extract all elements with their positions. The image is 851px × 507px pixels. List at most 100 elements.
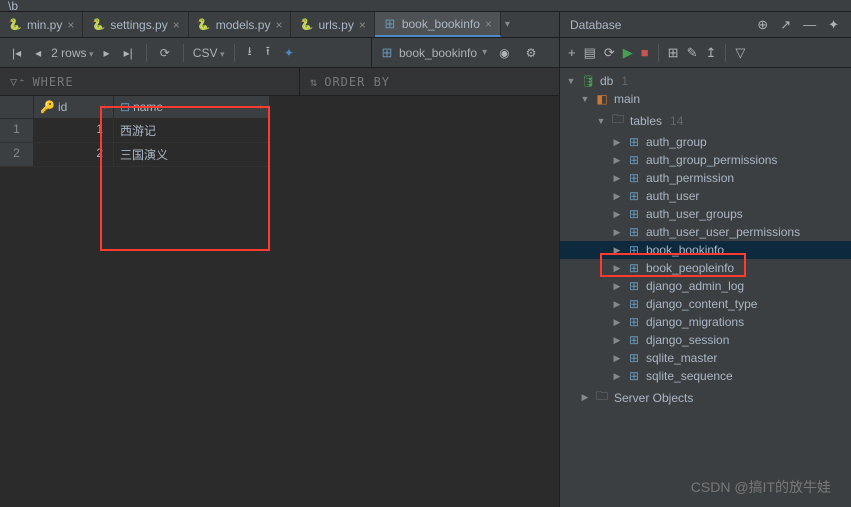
chevron-right-icon: ▶ <box>612 209 622 220</box>
row-number[interactable]: 2 <box>0 143 34 167</box>
sql-button[interactable]: ▤ <box>582 43 598 63</box>
cell-name[interactable]: 西游记 <box>114 119 270 143</box>
tree-table-item[interactable]: ▶⊞book_bookinfo <box>560 241 851 259</box>
tree-table-item[interactable]: ▶⊞book_peopleinfo <box>560 259 851 277</box>
prev-page-button[interactable]: ◂ <box>31 44 45 62</box>
python-icon <box>91 18 105 32</box>
chevron-right-icon: ▶ <box>612 317 622 328</box>
export-button[interactable]: ⭱ <box>262 40 274 65</box>
tree-table-item[interactable]: ▶⊞auth_user_user_permissions <box>560 223 851 241</box>
tree-table-item[interactable]: ▶⊞django_session <box>560 331 851 349</box>
chevron-right-icon: ▶ <box>612 371 622 382</box>
path-fragment: \b <box>8 0 18 13</box>
tree-label: main <box>614 92 640 106</box>
tab-label: models.py <box>216 18 271 32</box>
tab-book-bookinfo[interactable]: book_bookinfo × <box>375 12 501 37</box>
cell-name[interactable]: 三国演义 <box>114 143 270 167</box>
next-page-button[interactable]: ▸ <box>100 44 114 62</box>
cell-id[interactable]: 2 <box>34 143 114 167</box>
csv-dropdown[interactable]: CSV <box>193 46 225 60</box>
tree-server-objects[interactable]: ▶ 🗀 Server Objects <box>560 385 851 410</box>
tree-label: Server Objects <box>614 391 693 405</box>
cell-id[interactable]: 1 <box>34 119 114 143</box>
tree-label: sqlite_master <box>646 351 717 365</box>
row-count-dropdown[interactable]: 2 rows <box>51 46 93 60</box>
collapse-icon[interactable]: ⊕ <box>755 15 770 35</box>
expand-icon[interactable]: ↗ <box>778 15 793 35</box>
import-button[interactable]: ⭳ <box>244 40 256 65</box>
orderby-label: ORDER BY <box>324 75 390 89</box>
column-header-name[interactable]: ⊟name ÷ <box>114 96 270 119</box>
tree-table-item[interactable]: ▶⊞django_migrations <box>560 313 851 331</box>
schema-icon: ◧ <box>594 92 610 106</box>
table-icon: ⊞ <box>626 171 642 185</box>
tree-table-item[interactable]: ▶⊞auth_user <box>560 187 851 205</box>
edit-button[interactable]: ✎ <box>685 43 700 63</box>
tree-table-item[interactable]: ▶⊞django_content_type <box>560 295 851 313</box>
tree-label: django_admin_log <box>646 279 744 293</box>
chevron-right-icon: ▶ <box>612 245 622 256</box>
tab-models-py[interactable]: models.py × <box>189 12 292 37</box>
chevron-right-icon: ▶ <box>612 299 622 310</box>
tree-table-item[interactable]: ▶ ⊞ django_admin_log <box>560 277 851 295</box>
dump-button[interactable]: ✦ <box>280 44 298 62</box>
tree-table-item[interactable]: ▶⊞auth_group <box>560 133 851 151</box>
table-icon: ⊞ <box>626 207 642 221</box>
refresh-button[interactable]: ⟳ <box>602 43 617 63</box>
chevron-down-icon: ▼ <box>580 94 590 104</box>
tab-urls-py[interactable]: urls.py × <box>291 12 374 37</box>
refresh-button[interactable]: ⟳ <box>156 44 174 62</box>
hide-icon[interactable]: — <box>801 15 818 35</box>
tree-label: auth_group_permissions <box>646 153 777 167</box>
tab-settings-py[interactable]: settings.py × <box>83 12 188 37</box>
python-icon <box>299 18 313 32</box>
close-icon[interactable]: × <box>485 17 492 31</box>
close-icon[interactable]: × <box>275 18 282 32</box>
datasource-context[interactable]: book_bookinfo ▾ <box>380 46 487 60</box>
column-header-id[interactable]: 🔑id ÷ <box>34 96 114 119</box>
table-icon: ⊞ <box>626 279 642 293</box>
orderby-filter[interactable]: ⇅ ORDER BY <box>300 68 400 95</box>
tree-tables-folder[interactable]: ▼ 🗀 tables 14 <box>560 108 851 133</box>
gear-icon[interactable]: ✦ <box>826 15 841 35</box>
filter-button[interactable]: ▽ <box>733 43 747 63</box>
chevron-right-icon: ▶ <box>612 281 622 292</box>
view-button[interactable]: ◉ <box>495 44 513 62</box>
table-icon: ⊞ <box>626 261 642 275</box>
nav-up-button[interactable]: ↥ <box>703 43 718 63</box>
tab-label: urls.py <box>318 18 353 32</box>
row-number[interactable]: 1 <box>0 119 34 143</box>
column-label: name <box>133 100 163 114</box>
tree-table-item[interactable]: ▶⊞auth_group_permissions <box>560 151 851 169</box>
corner-header <box>0 96 34 119</box>
tree-schema[interactable]: ▼ ◧ main <box>560 90 851 108</box>
chevron-right-icon: ▶ <box>612 173 622 184</box>
add-button[interactable]: + <box>566 43 578 62</box>
close-icon[interactable]: × <box>173 18 180 32</box>
tree-count: 1 <box>621 74 628 88</box>
first-page-button[interactable]: |◂ <box>8 44 25 62</box>
settings-icon[interactable]: ⚙ <box>522 44 541 62</box>
close-icon[interactable]: × <box>67 18 74 32</box>
editor-panel: min.py × settings.py × models.py × urls.… <box>0 12 560 507</box>
tree-label: tables <box>630 114 662 128</box>
tree-table-item[interactable]: ▶⊞sqlite_sequence <box>560 367 851 385</box>
chevron-down-icon: ▼ <box>596 116 606 126</box>
tree-datasource[interactable]: ▼ 🛢 db 1 <box>560 72 851 90</box>
table-icon <box>380 46 394 60</box>
tree-table-item[interactable]: ▶⊞sqlite_master <box>560 349 851 367</box>
where-filter[interactable]: ▽⁺ WHERE <box>0 68 300 95</box>
last-page-button[interactable]: ▸| <box>120 44 137 62</box>
tree-label: auth_group <box>646 135 707 149</box>
close-icon[interactable]: × <box>359 18 366 32</box>
chevron-right-icon: ▶ <box>580 392 590 403</box>
tree-label: db <box>600 74 613 88</box>
tree-table-item[interactable]: ▶⊞auth_user_groups <box>560 205 851 223</box>
table-view-button[interactable]: ⊞ <box>666 43 681 63</box>
stop-button[interactable]: ■ <box>639 43 651 62</box>
tab-min-py[interactable]: min.py × <box>0 12 83 37</box>
run-button[interactable]: ▶ <box>621 43 635 63</box>
tree-table-item[interactable]: ▶⊞auth_permission <box>560 169 851 187</box>
chevron-down-icon[interactable]: ▾ <box>505 19 510 30</box>
tree-count: 14 <box>670 114 683 128</box>
